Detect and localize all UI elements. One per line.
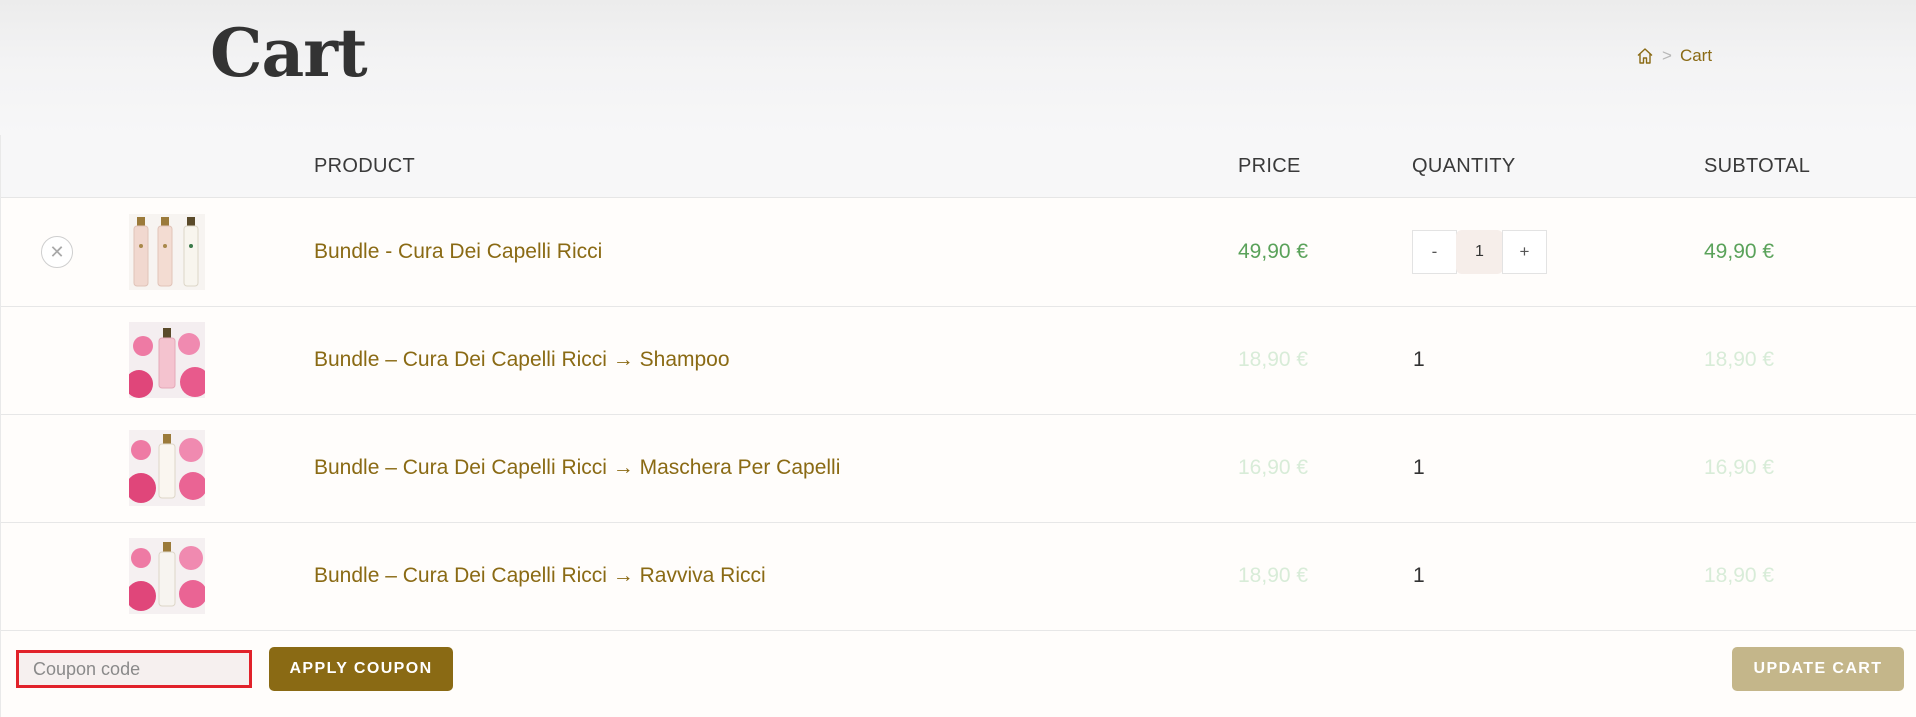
table-row: Bundle – Cura Dei Capelli Ricci → Shampo…	[1, 306, 1916, 415]
product-subtotal: 18,90 €	[1704, 564, 1775, 587]
quantity-input[interactable]	[1456, 230, 1503, 274]
breadcrumb-separator: >	[1662, 46, 1672, 65]
product-subtotal: 49,90 €	[1704, 240, 1775, 263]
column-header-subtotal: SUBTOTAL	[1704, 155, 1811, 177]
product-name-link[interactable]: Bundle – Cura Dei Capelli Ricci → Ravviv…	[314, 564, 766, 588]
table-row: Bundle – Cura Dei Capelli Ricci → Ravviv…	[1, 522, 1916, 631]
product-name-link[interactable]: Bundle – Cura Dei Capelli Ricci → Masche…	[314, 456, 840, 480]
product-thumbnail[interactable]	[129, 214, 205, 290]
quantity-stepper: - +	[1412, 230, 1547, 274]
product-subtotal: 18,90 €	[1704, 348, 1775, 371]
coupon-code-input[interactable]	[16, 650, 252, 688]
product-thumbnail[interactable]	[129, 538, 205, 614]
update-cart-button[interactable]: UPDATE CART	[1732, 647, 1904, 691]
product-price: 16,90 €	[1238, 456, 1309, 479]
breadcrumb: > Cart	[1636, 46, 1712, 66]
product-price: 49,90 €	[1238, 240, 1309, 263]
product-name-link[interactable]: Bundle – Cura Dei Capelli Ricci → Shampo…	[314, 348, 730, 372]
cart-table: PRODUCT PRICE QUANTITY SUBTOTAL ✕ Bundle…	[0, 135, 1916, 717]
product-name-link[interactable]: Bundle - Cura Dei Capelli Ricci	[314, 240, 602, 264]
table-row: ✕ Bundle - Cura Dei Capelli Ricci 49,90 …	[1, 198, 1916, 307]
remove-item-button[interactable]: ✕	[41, 236, 73, 268]
cart-table-header: PRODUCT PRICE QUANTITY SUBTOTAL	[1, 135, 1916, 198]
apply-coupon-button[interactable]: APPLY COUPON	[269, 647, 453, 691]
page-title: Cart	[210, 14, 368, 92]
close-icon: ✕	[49, 241, 65, 262]
home-icon[interactable]	[1636, 47, 1654, 65]
product-thumbnail[interactable]	[129, 430, 205, 506]
quantity-increase-button[interactable]: +	[1502, 230, 1547, 274]
product-quantity: 1	[1413, 456, 1425, 479]
breadcrumb-current[interactable]: Cart	[1680, 46, 1712, 66]
quantity-decrease-button[interactable]: -	[1412, 230, 1457, 274]
product-quantity: 1	[1413, 564, 1425, 587]
table-row: Bundle – Cura Dei Capelli Ricci → Masche…	[1, 414, 1916, 523]
product-subtotal: 16,90 €	[1704, 456, 1775, 479]
page-header: Cart > Cart	[0, 0, 1916, 136]
column-header-price: PRICE	[1238, 155, 1301, 177]
column-header-product: PRODUCT	[314, 155, 415, 177]
product-price: 18,90 €	[1238, 564, 1309, 587]
product-quantity: 1	[1413, 348, 1425, 371]
product-thumbnail[interactable]	[129, 322, 205, 398]
product-price: 18,90 €	[1238, 348, 1309, 371]
column-header-quantity: QUANTITY	[1412, 155, 1516, 177]
